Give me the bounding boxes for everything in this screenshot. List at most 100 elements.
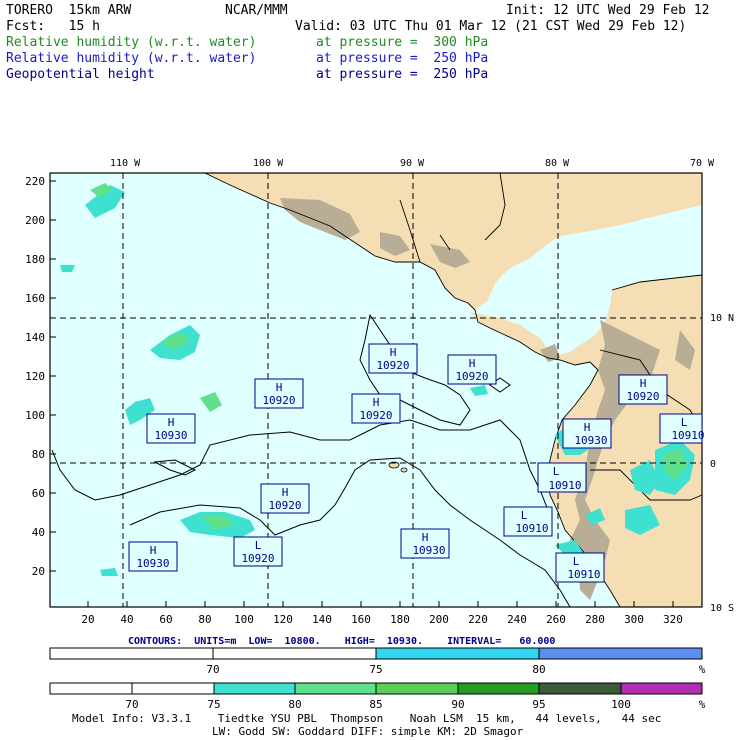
y-tick-label: 60 [32, 487, 45, 500]
center-box: L10910 [659, 413, 705, 444]
svg-text:10920: 10920 [376, 359, 409, 372]
cbar250-label: 70 [125, 698, 138, 710]
cbar300-seg [538, 647, 703, 660]
field-3-name: Geopotential height [6, 67, 155, 82]
model-name: TORERO 15km ARW [6, 3, 132, 18]
x-tick-label: 40 [120, 613, 133, 626]
lon-label: 80 W [545, 158, 570, 169]
y-tick-label: 160 [25, 292, 45, 305]
center-box: L10920 [233, 536, 283, 567]
x-tick-label: 20 [81, 613, 94, 626]
y-tick-label: 100 [25, 409, 45, 422]
cbar300-seg [212, 647, 377, 660]
cbar250-label: 80 [288, 698, 301, 710]
svg-text:10920: 10920 [626, 390, 659, 403]
svg-text:10910: 10910 [567, 568, 600, 581]
field-1-level: at pressure = 300 hPa [316, 35, 489, 50]
svg-text:H: H [150, 544, 157, 557]
svg-text:10930: 10930 [574, 434, 607, 447]
weather-map: 110 W 100 W 90 W 80 W 70 W 10 N 0 10 S 2… [25, 158, 734, 626]
center-box: H10920 [368, 343, 418, 374]
x-tick-label: 280 [585, 613, 605, 626]
cbar250-label: 95 [532, 698, 545, 710]
center-box: H10920 [447, 354, 497, 385]
svg-text:10910: 10910 [515, 522, 548, 535]
cbar250-seg [49, 682, 133, 695]
cbar300-unit: % [699, 663, 706, 676]
svg-text:10920: 10920 [359, 409, 392, 422]
svg-text:L: L [573, 555, 580, 568]
x-tick-label: 160 [351, 613, 371, 626]
lon-label: 90 W [400, 158, 425, 169]
cbar250-seg [457, 682, 540, 695]
field-2-name: Relative humidity (w.r.t. water) [6, 51, 257, 66]
cbar250-seg [131, 682, 215, 695]
center-box: L10910 [537, 462, 587, 493]
center-box: H10920 [260, 483, 310, 514]
y-tick-label: 140 [25, 331, 45, 344]
svg-text:10920: 10920 [455, 370, 488, 383]
cbar250-unit: % [699, 698, 706, 710]
svg-text:10930: 10930 [412, 544, 445, 557]
model-info-line1: Model Info: V3.3.1 Tiedtke YSU PBL Thomp… [72, 712, 662, 725]
cbar250-seg [538, 682, 622, 695]
cbar300-seg [49, 647, 214, 660]
y-tick-label: 120 [25, 370, 45, 383]
svg-text:10930: 10930 [154, 429, 187, 442]
cbar250-label: 85 [369, 698, 382, 710]
center-box: H10930 [562, 418, 612, 449]
field-1-name: Relative humidity (w.r.t. water) [6, 35, 257, 50]
x-tick-label: 260 [546, 613, 566, 626]
lon-label: 70 W [690, 158, 715, 169]
cbar250-label: 100 [611, 698, 631, 710]
x-tick-label: 200 [429, 613, 449, 626]
cbar250-label: 90 [451, 698, 464, 710]
cbar250-label: 75 [207, 698, 220, 710]
center-box: H10920 [351, 393, 401, 424]
y-tick-label: 200 [25, 214, 45, 227]
field-2-level: at pressure = 250 hPa [316, 51, 489, 66]
svg-text:L: L [681, 416, 688, 429]
lat-label: 10 S [710, 603, 734, 614]
cbar300-seg [375, 647, 540, 660]
svg-text:H: H [168, 416, 175, 429]
x-tick-label: 140 [312, 613, 332, 626]
center-box: H10920 [254, 378, 304, 409]
svg-text:10920: 10920 [262, 394, 295, 407]
colorbars: 70 75 80 % 70 75 80 85 90 95 100 % [49, 647, 706, 710]
center-box: H10920 [618, 374, 668, 405]
lat-label: 10 N [710, 313, 734, 324]
svg-text:10920: 10920 [268, 499, 301, 512]
x-tick-label: 120 [273, 613, 293, 626]
organization: NCAR/MMM [225, 3, 288, 18]
valid-time: Valid: 03 UTC Thu 01 Mar 12 (21 CST Wed … [295, 19, 687, 34]
center-box: L10910 [555, 552, 605, 583]
y-tick-label: 20 [32, 565, 45, 578]
x-tick-label: 320 [663, 613, 683, 626]
cbar250-seg [620, 682, 703, 695]
center-box: H10930 [400, 528, 450, 559]
x-tick-label: 220 [468, 613, 488, 626]
x-tick-label: 300 [624, 613, 644, 626]
forecast-hour: Fcst: 15 h [6, 19, 100, 34]
field-3-level: at pressure = 250 hPa [316, 67, 489, 82]
svg-text:H: H [422, 531, 429, 544]
x-tick-label: 80 [198, 613, 211, 626]
svg-text:10910: 10910 [548, 479, 581, 492]
svg-text:H: H [276, 381, 283, 394]
x-tick-label: 60 [159, 613, 172, 626]
x-tick-label: 180 [390, 613, 410, 626]
cbar250-seg [294, 682, 377, 695]
svg-text:10910: 10910 [671, 429, 704, 442]
y-tick-label: 80 [32, 448, 45, 461]
svg-text:H: H [390, 346, 397, 359]
lon-label: 100 W [253, 158, 284, 169]
cbar250-seg [213, 682, 296, 695]
svg-text:H: H [584, 421, 591, 434]
svg-text:H: H [469, 357, 476, 370]
x-tick-label: 240 [507, 613, 527, 626]
svg-text:10930: 10930 [136, 557, 169, 570]
svg-text:L: L [521, 509, 528, 522]
svg-text:H: H [282, 486, 289, 499]
svg-text:L: L [255, 539, 262, 552]
